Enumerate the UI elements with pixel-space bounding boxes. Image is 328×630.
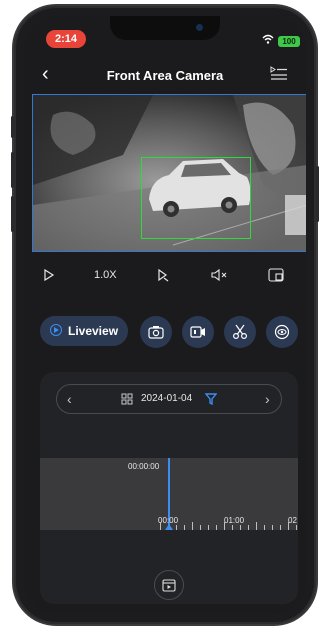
timeline-tick [224,522,225,530]
timeline-tick [216,525,217,530]
playlist-icon[interactable] [270,66,288,80]
playback-speed[interactable]: 1.0X [94,269,117,281]
timeline-tick [176,525,177,530]
timeline-tick [192,522,193,530]
side-button [11,116,14,138]
record-icon [190,326,205,338]
timeline-tick [256,522,257,530]
date-selector: ‹ 2024-01-04 › [56,384,282,414]
calendar-playback-button[interactable] [154,570,184,600]
clip-button[interactable] [224,316,256,348]
cursor-time: 00:00:00 [128,462,160,471]
record-button[interactable] [182,316,214,348]
filter-icon[interactable] [205,393,217,405]
liveview-label: Liveview [68,324,119,338]
battery-indicator: 100 [278,36,300,47]
volume-up-button [11,152,14,188]
cursor-marker [165,524,173,530]
prev-date-icon[interactable]: ‹ [67,391,72,407]
power-button [316,166,319,222]
timeline-ticks [160,522,298,530]
timeline-tick [248,525,249,530]
grid-icon[interactable] [121,393,133,405]
liveview-button[interactable]: Liveview [40,316,128,346]
play-icon[interactable] [42,268,56,282]
timeline-tick [280,525,281,530]
app-header: ‹ Front Area Camera [24,58,306,92]
step-play-icon[interactable] [156,268,170,282]
timeline-tick [240,525,241,530]
status-time: 2:14 [46,30,86,48]
timeline-tick [232,525,233,530]
notch [110,16,220,40]
scissors-icon [232,324,248,340]
page-title: Front Area Camera [106,68,224,83]
timeline-tick [184,525,185,530]
timeline-tick [264,525,265,530]
next-date-icon[interactable]: › [265,391,270,407]
motion-detection-box [141,157,251,239]
calendar-play-icon [162,579,176,592]
playback-panel: ‹ 2024-01-04 › 00:00:00 00:00 01:00 02 [40,372,298,604]
camera-video-feed[interactable] [32,94,306,252]
fisheye-button[interactable] [266,316,298,348]
volume-down-button [11,196,14,232]
timeline-tick [160,522,161,530]
timeline-tick [296,525,297,530]
playback-timeline[interactable]: 00:00:00 00:00 01:00 02 [40,458,298,530]
snapshot-button[interactable] [140,316,172,348]
mute-icon[interactable] [210,268,228,282]
timeline-tick [200,525,201,530]
timeline-tick [288,522,289,530]
app-screen: 2:14 100 ‹ Front Area Camera 1.0X Livevi… [24,16,306,614]
wifi-icon [262,34,274,44]
timeline-tick [272,525,273,530]
front-camera [196,24,203,31]
camera-icon [148,326,164,339]
video-controls: 1.0X [24,264,306,292]
timeline-tick [208,525,209,530]
split-screen-icon[interactable] [268,268,284,282]
eye-icon [274,324,290,340]
liveview-play-icon [50,324,62,336]
selected-date[interactable]: 2024-01-04 [141,393,192,404]
